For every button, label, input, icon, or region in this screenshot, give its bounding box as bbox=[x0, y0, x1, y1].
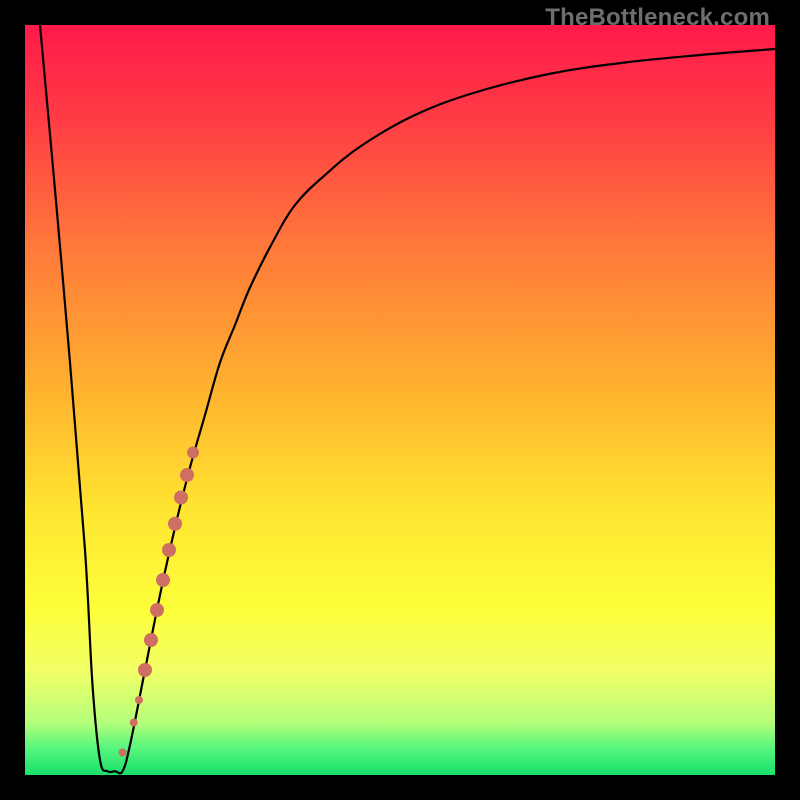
data-marker bbox=[119, 749, 127, 757]
data-marker bbox=[138, 663, 152, 677]
data-marker bbox=[150, 603, 164, 617]
frame: TheBottleneck.com bbox=[0, 0, 800, 800]
data-marker bbox=[187, 447, 199, 459]
gradient-bg bbox=[25, 25, 775, 775]
data-marker bbox=[130, 719, 138, 727]
data-marker bbox=[180, 468, 194, 482]
data-marker bbox=[144, 633, 158, 647]
chart-svg bbox=[25, 25, 775, 775]
data-marker bbox=[168, 517, 182, 531]
data-marker bbox=[174, 491, 188, 505]
watermark-text: TheBottleneck.com bbox=[545, 4, 770, 32]
plot-area bbox=[25, 25, 775, 775]
data-marker bbox=[156, 573, 170, 587]
data-marker bbox=[135, 696, 143, 704]
data-marker bbox=[162, 543, 176, 557]
